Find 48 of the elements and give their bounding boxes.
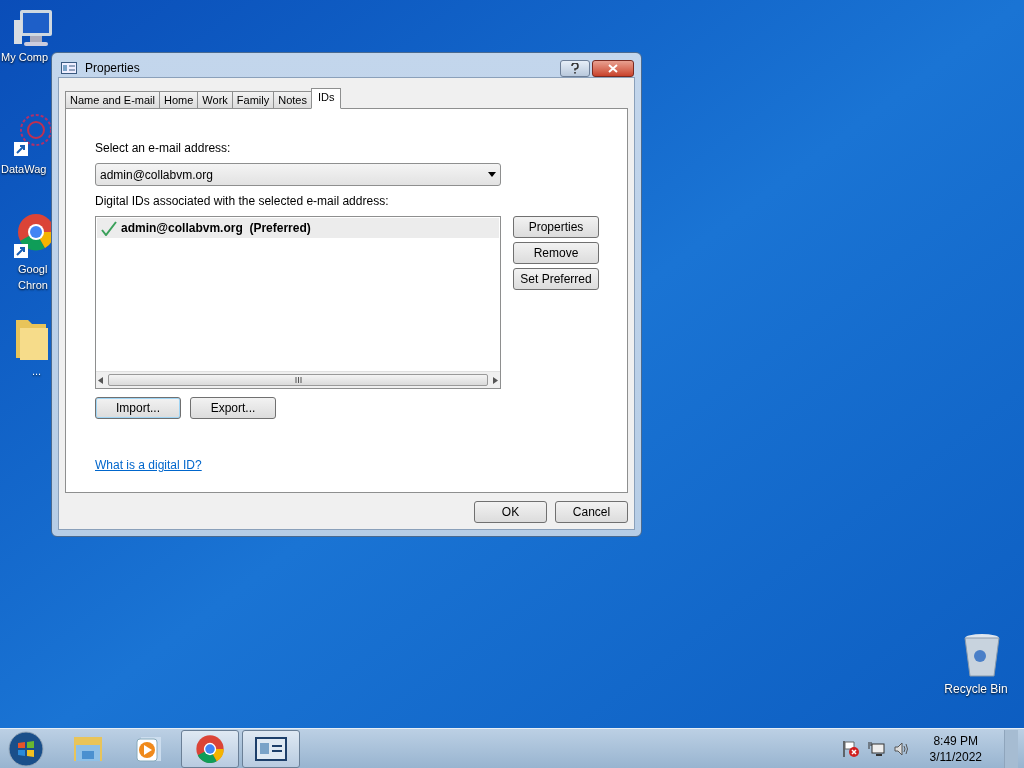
- help-link[interactable]: What is a digital ID?: [95, 456, 202, 474]
- tab[interactable]: Family: [231, 91, 275, 109]
- desktop-icon-label[interactable]: Chron: [0, 278, 48, 292]
- contact-card-icon: [61, 62, 77, 74]
- scroll-right-icon: [492, 376, 498, 384]
- check-mark-icon: [101, 220, 117, 236]
- desktop-icon-label[interactable]: DataWag: [0, 162, 47, 176]
- desktop-icon-label[interactable]: Googl: [0, 262, 48, 276]
- network-icon: [867, 740, 886, 757]
- recycle-bin-icon: [962, 632, 1002, 680]
- email-dropdown[interactable]: admin@collabvm.org: [95, 163, 501, 186]
- taskbar-button[interactable]: [242, 729, 300, 768]
- contact-card-icon: [255, 736, 287, 761]
- tab[interactable]: Work: [197, 91, 233, 109]
- field-label: Select an e-mail address:: [95, 140, 232, 157]
- horizontal-scrollbar[interactable]: [96, 371, 500, 388]
- action-center-flag-icon: [841, 739, 860, 758]
- media-player-icon: [135, 734, 163, 763]
- scroll-left-icon: [98, 376, 104, 384]
- clock-date[interactable]: 3/11/2022: [929, 748, 982, 765]
- desktop-icon-label[interactable]: ...: [0, 364, 42, 378]
- side-button[interactable]: Set Preferred: [513, 268, 599, 290]
- chrome-icon: [195, 733, 225, 764]
- window-title: Properties: [85, 60, 140, 77]
- side-button[interactable]: Properties: [513, 216, 599, 238]
- tab[interactable]: Notes: [273, 91, 312, 109]
- dropdown-arrow-icon: [488, 172, 496, 177]
- desktop-icon-label[interactable]: My Comp: [0, 50, 49, 64]
- dialog-button[interactable]: OK: [474, 501, 547, 523]
- clock-time[interactable]: 8:49 PM: [933, 732, 979, 749]
- windows-logo-icon: [8, 730, 44, 767]
- speaker-icon: [893, 741, 910, 756]
- field-label: Digital IDs associated with the selected e-mail address:: [95, 193, 390, 210]
- tab[interactable]: Home: [159, 91, 199, 109]
- scroll-grip-icon: [294, 377, 302, 383]
- tab[interactable]: Name and E-mail: [65, 91, 160, 109]
- close-icon: [608, 63, 618, 73]
- side-button[interactable]: Remove: [513, 242, 599, 264]
- close-button[interactable]: [592, 59, 634, 77]
- help-button[interactable]: [560, 59, 590, 77]
- digital-id-row[interactable]: admin@collabvm.org (Preferred): [97, 218, 499, 238]
- desktop-icon-label[interactable]: Recycle Bin: [944, 682, 1008, 696]
- folder-icon: [72, 734, 104, 763]
- list-button[interactable]: Import...: [95, 397, 181, 419]
- dialog-button[interactable]: Cancel: [555, 501, 628, 523]
- question-mark-icon: [571, 62, 579, 74]
- tab[interactable]: IDs: [310, 88, 342, 109]
- list-button[interactable]: Export...: [190, 397, 276, 419]
